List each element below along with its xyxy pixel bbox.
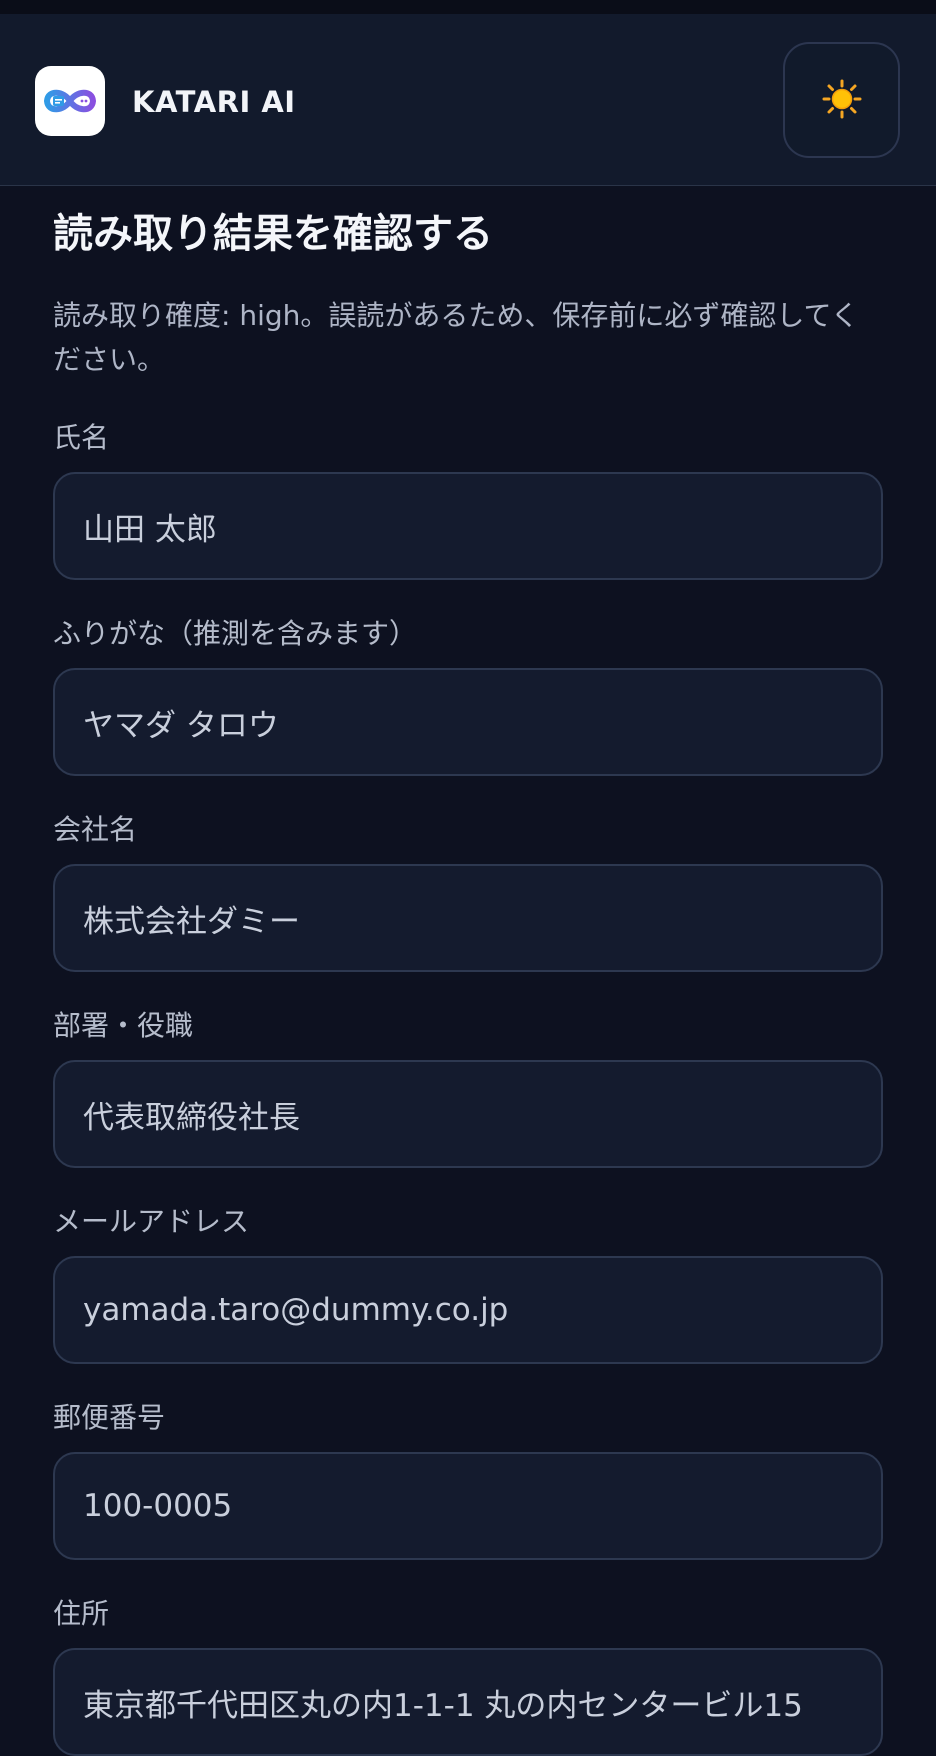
page-title: 読み取り結果を確認する — [53, 211, 493, 257]
field-label: 郵便番号 — [53, 1401, 166, 1434]
infinity-logo-icon — [35, 66, 105, 136]
app-title: KATARI AI — [132, 85, 296, 119]
company-input[interactable] — [53, 864, 883, 972]
field-label: メールアドレス — [53, 1205, 250, 1238]
field-label: 住所 — [53, 1597, 110, 1630]
field-furigana: ふりがな（推測を含みます） — [53, 616, 883, 776]
status-bar — [0, 0, 936, 14]
furigana-input[interactable] — [53, 668, 883, 776]
sun-icon — [822, 79, 862, 122]
field-postal-code: 郵便番号 — [53, 1400, 883, 1560]
review-form: 読み取り結果を確認する 読み取り確度: high。誤読があるため、保存前に必ず確… — [53, 186, 883, 1756]
field-email: メールアドレス — [53, 1204, 883, 1364]
field-name: 氏名 — [53, 420, 883, 580]
field-label: 氏名 — [53, 421, 110, 454]
field-address: 住所 — [53, 1596, 883, 1756]
field-title: 部署・役職 — [53, 1008, 883, 1168]
department-title-input[interactable] — [53, 1060, 883, 1168]
field-label: 部署・役職 — [53, 1009, 194, 1042]
field-company: 会社名 — [53, 812, 883, 972]
app-header: KATARI AI — [0, 14, 936, 186]
postal-code-input[interactable] — [53, 1452, 883, 1560]
address-input[interactable] — [53, 1648, 883, 1756]
theme-toggle-button[interactable] — [783, 42, 900, 158]
field-label: ふりがな（推測を含みます） — [53, 617, 418, 650]
email-input[interactable] — [53, 1256, 883, 1364]
field-label: 会社名 — [53, 813, 138, 846]
name-input[interactable] — [53, 472, 883, 580]
confidence-notice: 読み取り確度: high。誤読があるため、保存前に必ず確認してください。 — [53, 299, 859, 376]
